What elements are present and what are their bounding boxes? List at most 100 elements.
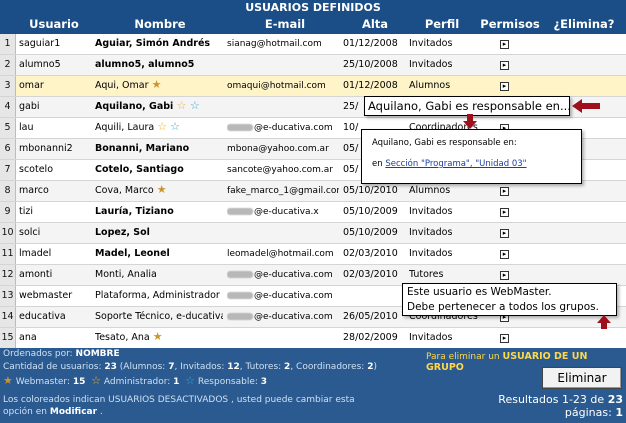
signup-date: 02/03/2010: [343, 269, 398, 280]
results-info: Resultados 1-23 de 23 páginas: 1: [498, 393, 623, 419]
profile: Alumnos: [409, 185, 451, 196]
delete-button[interactable]: Eliminar: [542, 367, 622, 389]
permissions-icon[interactable]: ▸: [500, 61, 509, 70]
permissions-icon[interactable]: ▸: [500, 208, 509, 217]
section-link[interactable]: Sección "Programa", "Unidad 03": [385, 159, 526, 169]
admin-star-icon: ☆: [91, 374, 101, 387]
full-name[interactable]: Cotelo, Santiago: [95, 160, 223, 180]
col-alta[interactable]: Alta: [350, 15, 400, 34]
admin-star-icon: ☆: [157, 120, 168, 133]
row-number: 6: [0, 139, 16, 159]
permissions-cell: ▸: [500, 202, 512, 222]
signup-date: 02/03/2010: [343, 248, 398, 259]
table-row[interactable]: 1 saguiar1 Aguiar, Simón Andrés sianag@hotm…: [0, 34, 626, 55]
full-name[interactable]: Aqui, Omar ★: [95, 76, 223, 96]
username: ana: [19, 332, 37, 343]
table-row[interactable]: 2 alumno5 alumno5, alumno5 25/10/2008 Invita…: [0, 55, 626, 76]
col-usuario[interactable]: Usuario: [19, 15, 89, 34]
responsible-star-icon: ☆: [189, 99, 200, 112]
row-number: 12: [0, 265, 16, 285]
permissions-icon[interactable]: ▸: [500, 334, 509, 343]
admin-star-icon: ☆: [176, 99, 187, 112]
full-name[interactable]: Cova, Marco ★: [95, 181, 223, 201]
row-number: 5: [0, 118, 16, 138]
table-row[interactable]: 15anaTesato, Ana ★28/02/2009Invitados▸in…: [0, 328, 626, 349]
profile: Invitados: [409, 332, 453, 343]
permissions-cell: ▸: [500, 328, 512, 348]
email: fake_marco_1@gmail.com: [227, 186, 339, 196]
full-name[interactable]: Soporte Técnico, e-ducativa: [95, 307, 223, 327]
col-email[interactable]: E-mail: [240, 15, 330, 34]
profile: Alumnos: [409, 80, 451, 91]
full-name[interactable]: Monti, Analia: [95, 265, 223, 285]
webmaster-star-icon: ★: [152, 330, 163, 343]
full-name[interactable]: Aquili, Laura ☆ ☆: [95, 118, 223, 138]
webmaster-tooltip: Este usuario es WebMaster. Debe pertenec…: [402, 283, 617, 316]
full-name[interactable]: Madel, Leonel: [95, 244, 223, 264]
redacted-text: [227, 208, 253, 215]
modify-link[interactable]: Modificar: [50, 407, 97, 417]
profile: Invitados: [409, 227, 453, 238]
signup-date: 28/02/2009: [343, 332, 398, 343]
ordered-by-value[interactable]: NOMBRE: [76, 349, 120, 359]
username: scotelo: [19, 164, 54, 175]
col-permisos: Permisos: [480, 17, 540, 31]
row-number: 4: [0, 97, 16, 117]
permissions-cell: ▸: [500, 55, 512, 75]
email: leomadel@hotmail.com: [227, 249, 334, 259]
page-link[interactable]: 1: [615, 406, 623, 419]
webmaster-star-icon: ★: [3, 374, 13, 387]
signup-date: 01/12/2008: [343, 38, 398, 49]
full-name[interactable]: Aguiar, Simón Andrés: [95, 34, 223, 54]
email: @e-ducativa.com: [227, 265, 339, 285]
full-name[interactable]: Lopez, Sol: [95, 223, 223, 243]
redacted-text: [227, 292, 253, 299]
redacted-text: [227, 271, 253, 278]
user-count: Cantidad de usuarios: 23 (Alumnos: 7, In…: [3, 362, 377, 372]
ordered-by: Ordenados por: NOMBRE: [3, 349, 120, 359]
profile: Invitados: [409, 248, 453, 259]
full-name[interactable]: Lauría, Tiziano: [95, 202, 223, 222]
permissions-icon[interactable]: ▸: [500, 40, 509, 49]
full-name[interactable]: alumno5, alumno5: [95, 55, 223, 75]
row-number: 13: [0, 286, 16, 306]
profile: Invitados: [409, 38, 453, 49]
col-perfil[interactable]: Perfil: [412, 15, 472, 34]
full-name[interactable]: Bonanni, Mariano: [95, 139, 223, 159]
responsible-star-icon: ☆: [185, 374, 196, 387]
permissions-cell: ▸: [500, 76, 512, 96]
signup-date: 05/10/2009: [343, 227, 398, 238]
email: @e-ducativa.com: [227, 118, 339, 138]
permissions-icon[interactable]: ▸: [500, 250, 509, 259]
row-number: 7: [0, 160, 16, 180]
full-name[interactable]: Plataforma, Administrador: [95, 286, 223, 306]
permissions-cell: ▸: [500, 34, 512, 54]
row-number: 10: [0, 223, 16, 243]
table-row[interactable]: 3 omar Aqui, Omar ★ omaqui@hotmail.com 01/12…: [0, 76, 626, 97]
col-nombre[interactable]: Nombre: [110, 15, 210, 34]
permissions-icon[interactable]: ▸: [500, 187, 509, 196]
row-number: 8: [0, 181, 16, 201]
signup-date: 26/05/2010: [343, 311, 398, 322]
username: lmadel: [19, 248, 52, 259]
permissions-icon[interactable]: ▸: [500, 271, 509, 280]
webmaster-star-icon: ★: [151, 78, 162, 91]
redacted-text: [227, 313, 253, 320]
permissions-cell: ▸: [500, 244, 512, 264]
users-panel: USUARIOS DEFINIDOS Usuario Nombre E-mail…: [0, 0, 626, 423]
email: omaqui@hotmail.com: [227, 81, 326, 91]
table-row[interactable]: 10 solci Lopez, Sol 05/10/2009 Invitados ▸: [0, 223, 626, 244]
row-number: 2: [0, 55, 16, 75]
full-name[interactable]: Aquilano, Gabi ☆ ☆: [95, 97, 223, 117]
table-row[interactable]: 8 marco Cova, Marco ★ fake_marco_1@gmail.co…: [0, 181, 626, 202]
table-row[interactable]: 11 lmadel Madel, Leonel leomadel@hotmail.co…: [0, 244, 626, 265]
username: webmaster: [19, 290, 73, 301]
permissions-icon[interactable]: ▸: [500, 229, 509, 238]
permissions-icon[interactable]: ▸: [500, 82, 509, 91]
permissions-cell: ▸: [500, 181, 512, 201]
table-row[interactable]: 9 tizi Lauría, Tiziano @e-ducativa.x 05/10/2…: [0, 202, 626, 223]
email: @e-ducativa.com: [227, 286, 339, 306]
pointer-arrow-icon: [597, 315, 611, 329]
row-number: 1: [0, 34, 16, 54]
full-name[interactable]: Tesato, Ana ★: [95, 328, 223, 348]
